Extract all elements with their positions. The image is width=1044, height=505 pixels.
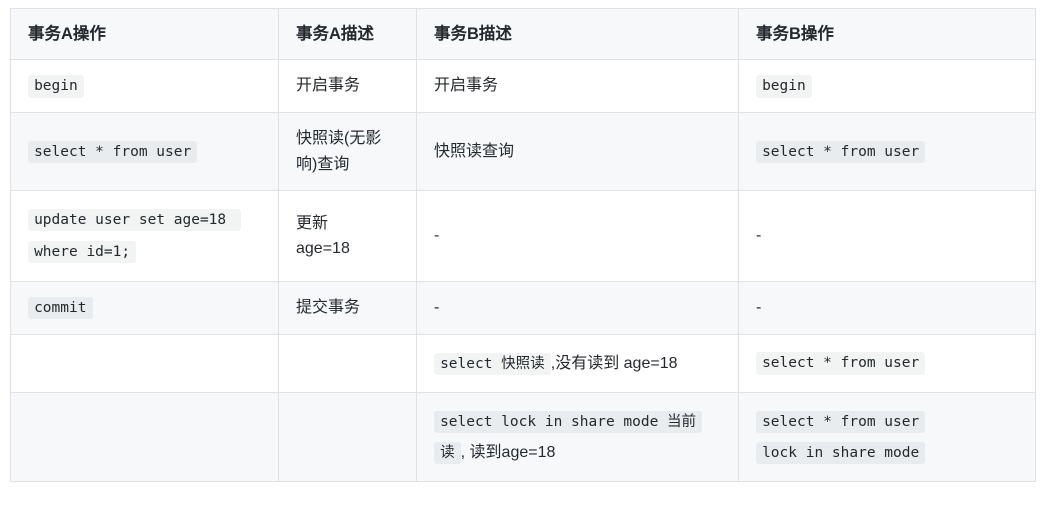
table-row: select 快照读 ,没有读到 age=18 select * from use… xyxy=(10,333,1036,393)
transaction-comparison-table: 事务A操作 事务A描述 事务B描述 事务B操作 begin 开启事务 开启事务 … xyxy=(10,7,1036,483)
cell-a-description: 开启事务 xyxy=(278,59,417,113)
cell-b-operation: - xyxy=(738,190,1036,283)
cell-a-description: 更新 age=18 xyxy=(278,190,417,283)
cell-b-description: 开启事务 xyxy=(416,59,739,113)
table-header-row: 事务A操作 事务A描述 事务B描述 事务B操作 xyxy=(10,7,1036,61)
table-body: begin 开启事务 开启事务 begin select * from user… xyxy=(10,59,1036,483)
description-text: , 读到age=18 xyxy=(460,444,556,462)
cell-b-operation: select * from user lock in share mode xyxy=(738,391,1036,483)
cell-a-operation: select * from user xyxy=(10,111,279,192)
sql-code-span: select * from user xyxy=(28,140,198,163)
cell-a-description: 提交事务 xyxy=(278,281,417,335)
cell-a-operation xyxy=(10,391,279,483)
table-header: 事务A操作 事务A描述 事务B描述 事务B操作 xyxy=(10,7,1036,61)
cell-b-description: - xyxy=(416,281,739,335)
table-row: select * from user 快照读(无影响)查询 快照读查询 sele… xyxy=(10,111,1036,192)
sql-code-span: begin xyxy=(756,75,812,98)
cell-a-operation: commit xyxy=(10,281,279,335)
cell-b-operation: select * from user xyxy=(738,333,1036,393)
cell-b-operation: begin xyxy=(738,59,1036,113)
sql-code-span: select * from user xyxy=(756,410,926,434)
cell-b-description: 快照读查询 xyxy=(416,111,739,192)
cell-b-description: select lock in share mode 当前读, 读到age=18 xyxy=(416,391,739,483)
cell-a-operation: update user set age=18 where id=1; xyxy=(10,190,279,283)
sql-code-span: select * from user xyxy=(756,140,926,163)
column-header-transaction-b-operation: 事务B操作 xyxy=(738,7,1036,61)
cell-b-operation: - xyxy=(738,281,1036,335)
cell-a-description: 快照读(无影响)查询 xyxy=(278,111,417,192)
sql-code-span: begin xyxy=(28,75,84,98)
column-header-transaction-a-description: 事务A描述 xyxy=(278,7,417,61)
sql-code-span: commit xyxy=(28,296,93,320)
markdown-table-container: 事务A操作 事务A描述 事务B描述 事务B操作 begin 开启事务 开启事务 … xyxy=(10,7,1036,483)
sql-code-span: select * from user xyxy=(756,352,926,375)
description-text: ,没有读到 age=18 xyxy=(550,354,678,372)
sql-code-span: update user set age=18 where id=1; xyxy=(28,208,241,264)
table-row: commit 提交事务 - - xyxy=(10,281,1036,335)
table-row: select lock in share mode 当前读, 读到age=18 … xyxy=(10,391,1036,483)
cell-b-operation: select * from user xyxy=(738,111,1036,192)
table-row: begin 开启事务 开启事务 begin xyxy=(10,59,1036,113)
table-row: update user set age=18 where id=1; 更新 ag… xyxy=(10,190,1036,283)
cell-a-description xyxy=(278,391,417,483)
description-line-2: age=18 xyxy=(296,240,350,258)
cell-b-description: select 快照读 ,没有读到 age=18 xyxy=(416,333,739,393)
column-header-transaction-b-description: 事务B描述 xyxy=(416,7,739,61)
cell-b-description: - xyxy=(416,190,739,283)
description-line-1: 更新 xyxy=(296,214,329,232)
column-header-transaction-a-operation: 事务A操作 xyxy=(10,7,279,61)
cell-a-operation xyxy=(10,333,279,393)
cell-a-description xyxy=(278,333,417,393)
sql-code-span: select 快照读 xyxy=(434,352,551,375)
sql-code-span: lock in share mode xyxy=(756,441,926,465)
cell-a-operation: begin xyxy=(10,59,279,113)
